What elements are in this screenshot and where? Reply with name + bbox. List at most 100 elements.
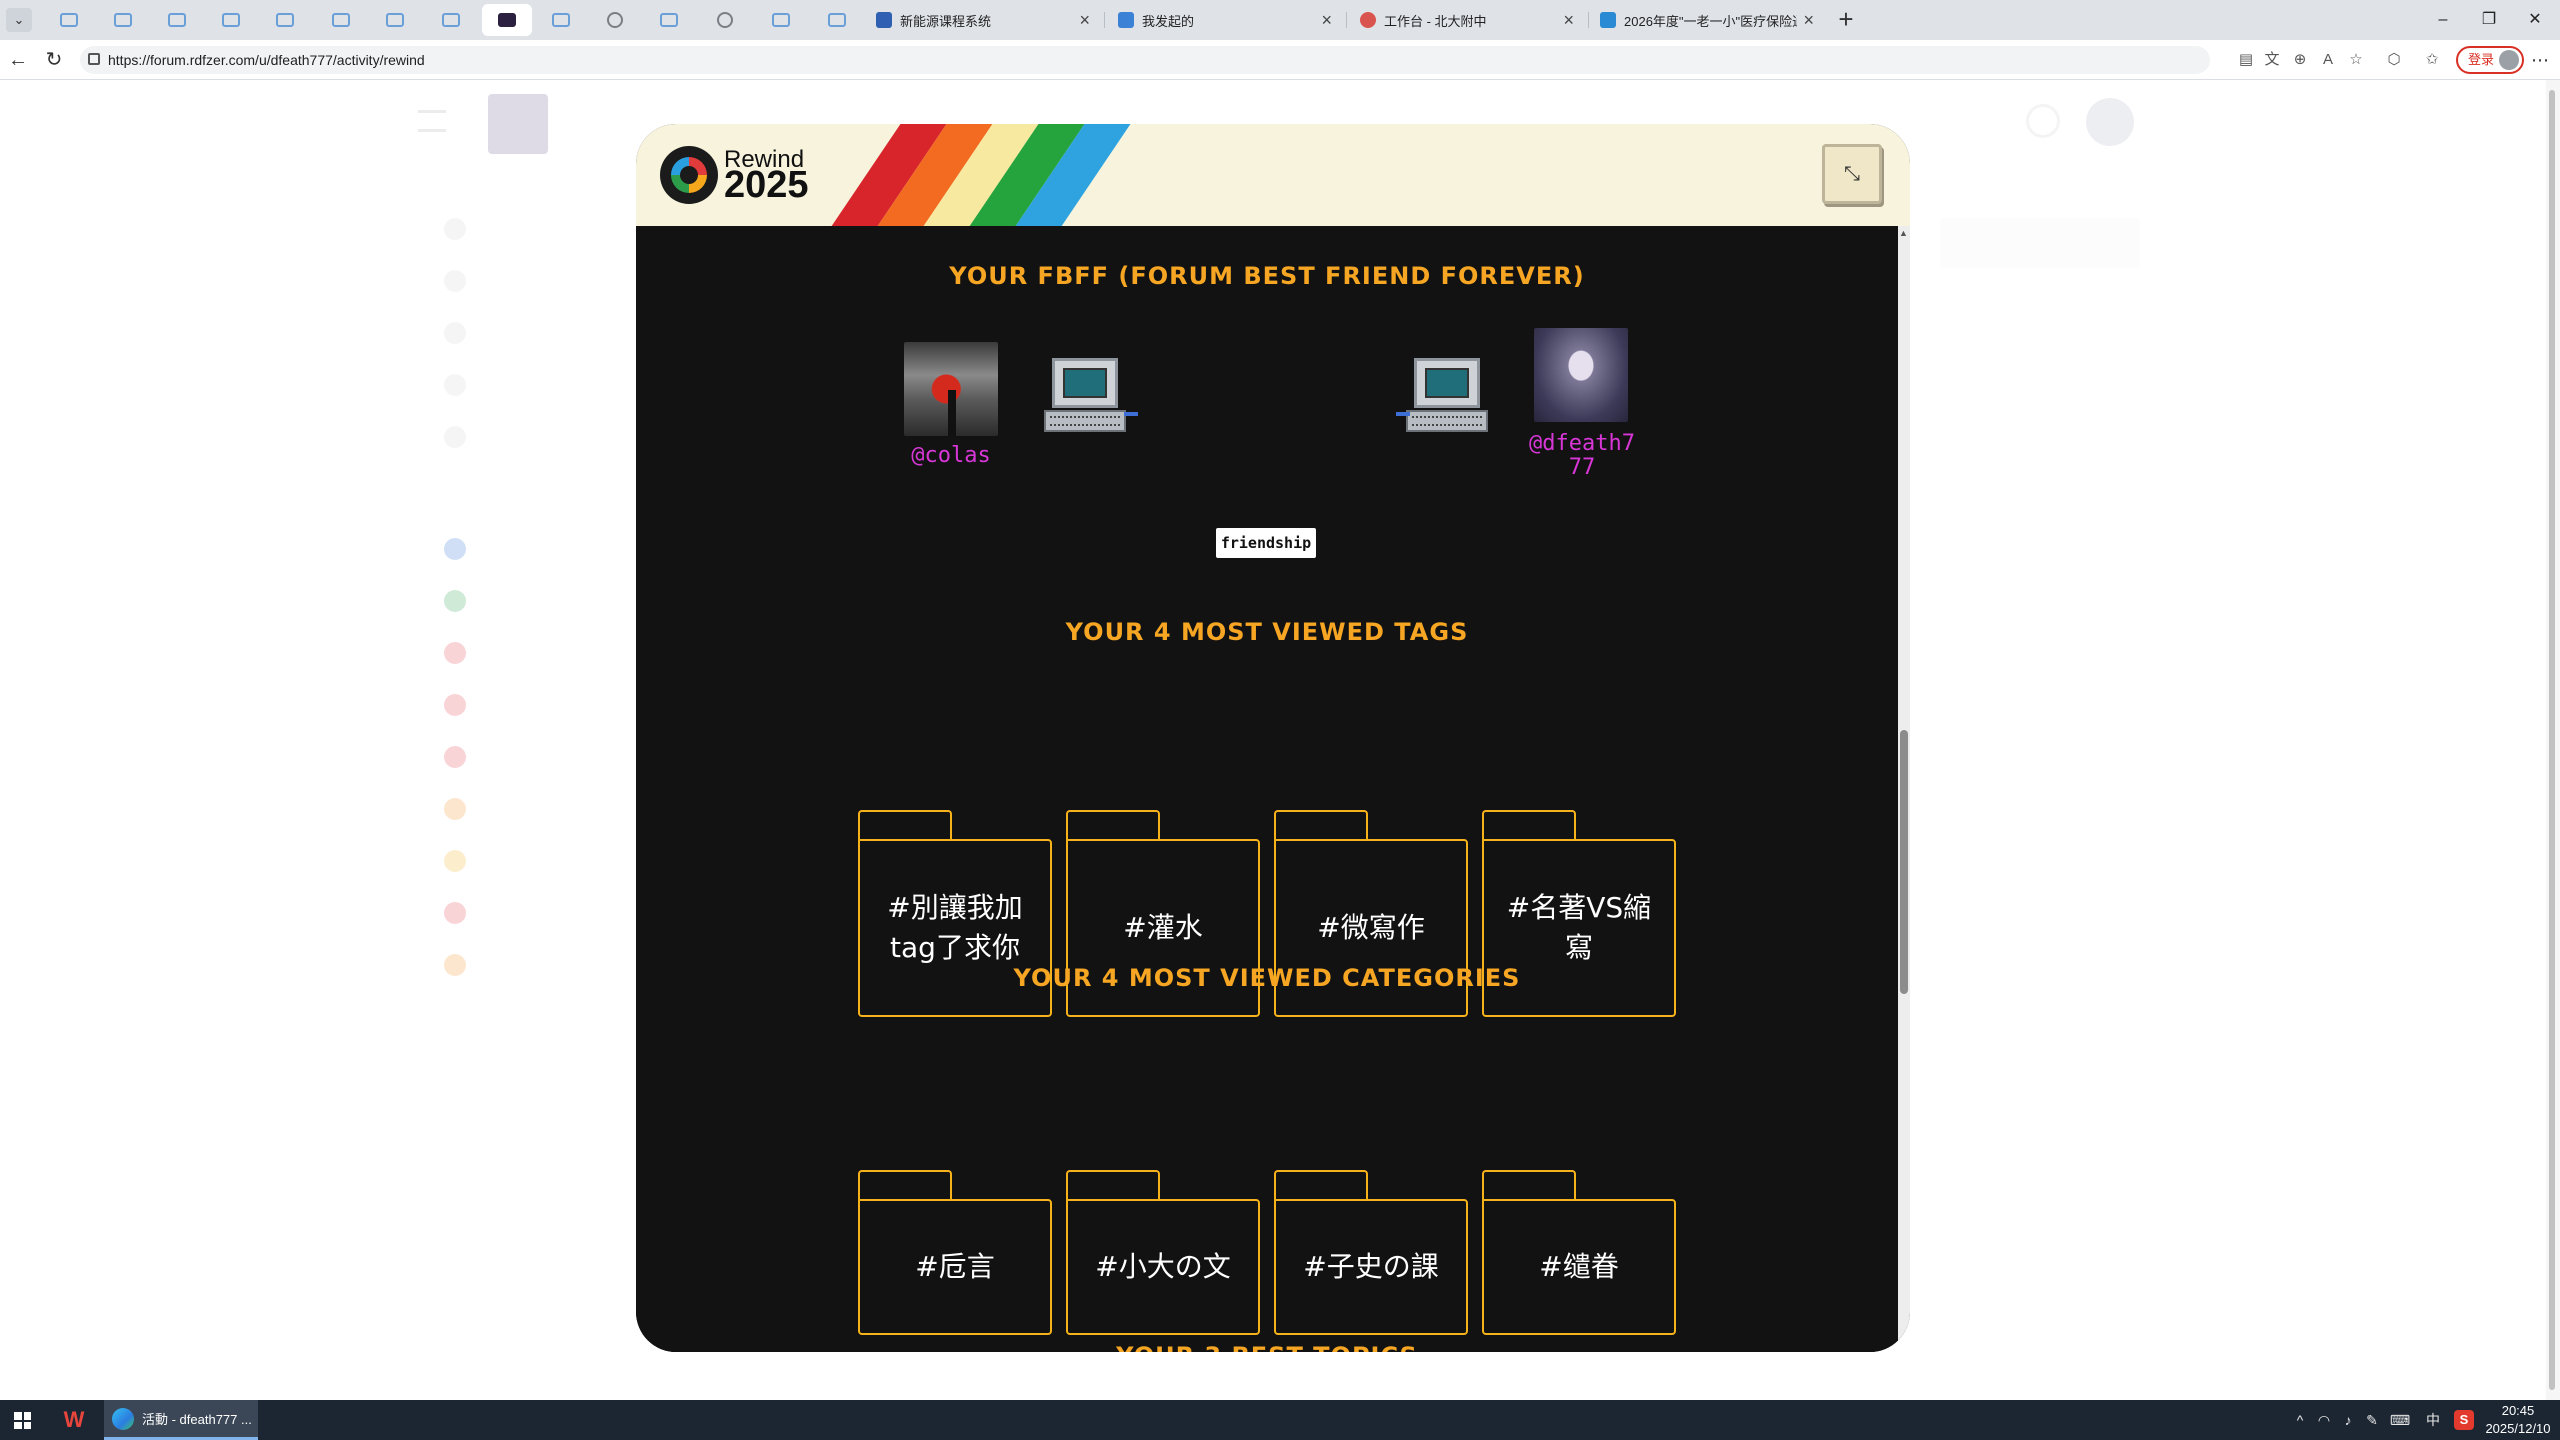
folder-tab-icon (772, 13, 790, 27)
taskbar-app-label: 活動 - dfeath777 ... (142, 1412, 252, 1427)
categories-title: Your 4 most viewed categories (1013, 964, 1521, 992)
tab-favicon-icon (876, 12, 892, 28)
fbff-title: Your FBFF (Forum Best Friend Forever) (949, 262, 1585, 290)
pinned-tab[interactable] (756, 4, 806, 36)
rewind-content[interactable]: Your FBFF (Forum Best Friend Forever) @c… (636, 226, 1898, 1352)
rewind-scrollbar-thumb[interactable] (1900, 730, 1908, 994)
folder-tab-icon (332, 13, 350, 27)
back-arrow-icon[interactable]: ← (6, 48, 30, 72)
tab-divider (1588, 12, 1589, 28)
close-tab-icon[interactable]: × (1563, 10, 1574, 31)
browser-tab[interactable]: 工作台 - 北大附中 × (1350, 4, 1584, 36)
lock-icon (88, 53, 100, 65)
fbff-right-avatar[interactable] (1534, 328, 1628, 422)
read-aloud-icon[interactable]: A (2318, 50, 2338, 70)
system-clock[interactable]: 20:45 2025/12/10 (2480, 1402, 2556, 1438)
scroll-up-arrow-icon[interactable]: ▲ (1899, 228, 1908, 238)
taskbar-edge-window[interactable]: 活動 - dfeath777 ... (104, 1400, 258, 1440)
login-label: 登录 (2468, 52, 2495, 67)
close-tab-icon[interactable]: × (1079, 10, 1090, 31)
volume-icon[interactable]: ♪ (2338, 1410, 2358, 1430)
close-window-icon[interactable]: ✕ (2512, 0, 2558, 40)
category-label: #缱眷 (1482, 1199, 1676, 1335)
sogou-input-icon[interactable]: S (2454, 1410, 2474, 1430)
tags-title: Your 4 most viewed tags (1065, 618, 1469, 646)
pinned-tab-active[interactable] (482, 4, 532, 36)
keyboard-icon[interactable]: ⌨ (2388, 1410, 2412, 1430)
folder-tab-icon (276, 13, 294, 27)
ime-indicator[interactable]: 中 (2420, 1410, 2446, 1430)
rewind-modal: Rewind 2025 ⤡ Your FBFF (Forum Best Frie… (636, 124, 1910, 1352)
favorite-star-icon[interactable]: ☆ (2346, 50, 2366, 70)
browser-tab[interactable]: 我发起的 × (1108, 4, 1342, 36)
refresh-icon[interactable]: ↻ (42, 48, 66, 72)
tab-list-chevron-icon[interactable]: ⌄ (6, 8, 32, 32)
close-tab-icon[interactable]: × (1803, 10, 1814, 31)
close-tab-icon[interactable]: × (1321, 10, 1332, 31)
folder-tab-icon (828, 13, 846, 27)
network-icon[interactable]: ◠ (2314, 1410, 2334, 1430)
edge-browser-icon (112, 1407, 134, 1430)
url-field[interactable]: https://forum.rdfzer.com/u/dfeath777/act… (80, 46, 2210, 74)
globe-icon (717, 12, 733, 28)
folder-tab-icon (60, 13, 78, 27)
pinned-tab[interactable] (590, 4, 640, 36)
forum-favicon-icon (498, 13, 516, 27)
zoom-icon[interactable]: ⊕ (2290, 50, 2310, 70)
tab-favicon-icon (1118, 12, 1134, 28)
login-button[interactable]: 登录 (2456, 46, 2524, 74)
pinned-tab[interactable] (98, 4, 148, 36)
extensions-icon[interactable]: ⬡ (2384, 50, 2404, 70)
fbff-right-username[interactable]: @dfeath7 77 (1512, 432, 1652, 480)
windows-start-icon[interactable] (14, 1412, 31, 1429)
pinned-tab[interactable] (644, 4, 694, 36)
profile-avatar-icon (2499, 50, 2519, 70)
browser-tab-strip: ⌄ 新能源课程系统 × 我发起的 × 工作台 - 北大附中 × 2026年度"一… (0, 0, 2560, 40)
wps-office-icon[interactable]: W (58, 1406, 90, 1434)
pinned-tab[interactable] (152, 4, 202, 36)
next-section-title: Your 3 best topics (636, 1342, 1898, 1352)
fbff-left-username[interactable]: @colas (886, 444, 1016, 468)
fbff-right-username-line1: @dfeath7 (1529, 431, 1635, 456)
page-scrollbar-thumb[interactable] (2549, 90, 2555, 1390)
pinned-tab[interactable] (426, 4, 476, 36)
more-options-icon[interactable]: ⋯ (2528, 48, 2552, 72)
new-tab-plus-icon[interactable]: + (1830, 4, 1862, 36)
rewind-year: 2025 (724, 164, 809, 206)
clock-time: 20:45 (2501, 1403, 2535, 1418)
folder-tab-icon (114, 13, 132, 27)
tab-favicon-icon (1600, 12, 1616, 28)
pinned-tab[interactable] (44, 4, 94, 36)
pinned-tab[interactable] (536, 4, 586, 36)
browser-tab[interactable]: 2026年度"一老一小"医疗保险通知 × (1590, 4, 1824, 36)
url-text[interactable]: https://forum.rdfzer.com/u/dfeath777/act… (108, 52, 425, 68)
folder-tab-icon (442, 13, 460, 27)
tray-overflow-chevron-icon[interactable]: ^ (2290, 1410, 2310, 1430)
tab-title: 新能源课程系统 (900, 13, 992, 29)
retro-computer-icon (1044, 354, 1138, 440)
avatar-figure (948, 390, 956, 436)
folder-tab-icon (168, 13, 186, 27)
rewind-scrollbar[interactable]: ▲ (1898, 226, 1910, 1352)
pinned-tab[interactable] (370, 4, 420, 36)
pinned-tab[interactable] (700, 4, 750, 36)
pinned-tab[interactable] (812, 4, 862, 36)
clock-date: 2025/12/10 (2485, 1421, 2551, 1436)
pinned-tab[interactable] (316, 4, 366, 36)
browser-tab[interactable]: 新能源课程系统 × (866, 4, 1100, 36)
pinned-tab[interactable] (206, 4, 256, 36)
pen-icon[interactable]: ✎ (2362, 1410, 2382, 1430)
minimize-window-icon[interactable]: – (2420, 0, 2466, 40)
minimize-rewind-button[interactable]: ⤡ (1822, 144, 1882, 204)
favorites-list-icon[interactable]: ✩ (2422, 50, 2442, 70)
tab-title: 工作台 - 北大附中 (1384, 13, 1487, 29)
page-scrollbar[interactable] (2546, 80, 2560, 1400)
translate-icon[interactable]: 文 (2262, 50, 2282, 70)
tab-divider (1104, 12, 1105, 28)
pinned-tab[interactable] (260, 4, 310, 36)
discourse-logo-icon (660, 146, 718, 204)
reader-view-icon[interactable]: ▤ (2236, 50, 2256, 70)
restore-window-icon[interactable]: ❐ (2466, 0, 2512, 40)
category-label: #子史の課 (1274, 1199, 1468, 1335)
fbff-left-avatar[interactable] (904, 342, 998, 436)
